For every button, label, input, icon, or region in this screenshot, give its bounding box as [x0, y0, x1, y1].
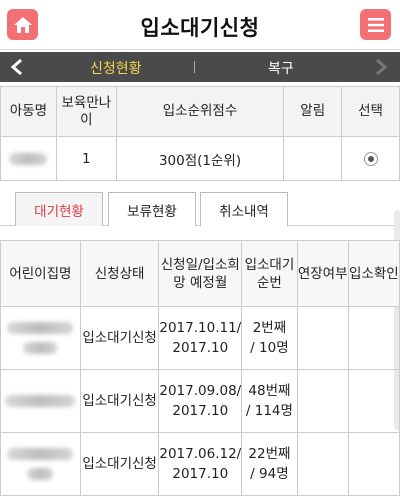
header-extension: 연장여부 — [296, 240, 349, 307]
extension-cell — [296, 369, 349, 433]
notice-cell — [283, 136, 343, 181]
menu-button[interactable] — [360, 9, 391, 40]
tab-application-status[interactable]: 신청현황 — [90, 58, 142, 78]
daycare-name-cell — [0, 306, 81, 370]
date-cell: 2017.06.12/2017.10 — [158, 432, 243, 496]
application-date: 2017.06.12/ — [159, 446, 242, 462]
confirm-cell — [347, 306, 400, 370]
desired-month: 2017.10 — [172, 340, 229, 356]
rank-total: / 94명 — [250, 466, 289, 482]
redacted-daycare-name — [7, 322, 74, 334]
daycare-name-cell — [0, 369, 81, 433]
header-score: 입소순위점수 — [115, 86, 285, 137]
subnav-divider — [194, 61, 195, 73]
rank-number: 2번째 — [252, 320, 287, 336]
application-date: 2017.10.11/ — [159, 320, 242, 336]
tab-hold-status[interactable]: 보류현황 — [108, 192, 196, 226]
child-name-cell — [0, 136, 57, 181]
redacted-daycare-name — [23, 342, 58, 354]
next-arrow-button[interactable] — [370, 56, 392, 78]
prev-arrow-button[interactable] — [6, 56, 28, 78]
chevron-left-icon — [10, 58, 22, 76]
daycare-name-cell — [0, 432, 81, 496]
redacted-daycare-name — [27, 468, 54, 480]
confirm-cell — [347, 369, 400, 433]
hamburger-menu-icon — [367, 17, 384, 32]
date-cell: 2017.09.08/2017.10 — [158, 369, 243, 433]
redacted-child-name — [9, 152, 48, 165]
table-row[interactable]: 입소대기신청 2017.09.08/2017.10 48번째 / 114명 — [0, 369, 400, 433]
chevron-right-icon — [376, 58, 388, 76]
rank-number: 48번째 — [248, 383, 291, 399]
app-header: 입소대기신청 — [0, 0, 400, 50]
header-application-date: 신청일/입소희망 예정월 — [158, 240, 243, 307]
table-header-row: 아동명 보육만나이 입소순위점수 알림 선택 — [0, 86, 400, 137]
select-cell — [341, 136, 400, 181]
child-summary-table: 아동명 보육만나이 입소순위점수 알림 선택 1 300점(1순위) — [0, 86, 400, 181]
page-title: 입소대기신청 — [140, 16, 260, 40]
rank-cell: 48번째 / 114명 — [241, 369, 298, 433]
header-select: 선택 — [341, 86, 400, 137]
tab-cancel-history[interactable]: 취소내역 — [200, 192, 288, 226]
status-cell: 입소대기신청 — [79, 432, 160, 496]
header-daycare-name: 어린이집명 — [0, 240, 81, 307]
redacted-daycare-name — [7, 448, 74, 460]
table-header-row: 어린이집명 신청상태 신청일/입소희망 예정월 입소대기 순번 연장여부 입소확… — [0, 240, 400, 307]
rank-number: 22번째 — [248, 446, 291, 462]
extension-cell — [296, 306, 349, 370]
header-confirm: 입소확인 — [347, 240, 400, 307]
tab-restore[interactable]: 복구 — [268, 58, 294, 78]
desired-month: 2017.10 — [172, 466, 229, 482]
confirm-cell — [347, 432, 400, 496]
table-row[interactable]: 입소대기신청 2017.06.12/2017.10 22번째 / 94명 — [0, 432, 400, 496]
tab-waiting-status[interactable]: 대기현황 — [15, 192, 103, 226]
rank-total: / 114명 — [245, 403, 293, 419]
rank-cell: 2번째 / 10명 — [241, 306, 298, 370]
rank-cell: 22번째 / 94명 — [241, 432, 298, 496]
application-date: 2017.09.08/ — [159, 383, 242, 399]
status-cell: 입소대기신청 — [79, 306, 160, 370]
score-cell: 300점(1순위) — [115, 136, 285, 181]
age-cell: 1 — [55, 136, 117, 181]
desired-month: 2017.10 — [172, 403, 229, 419]
sub-navigation: 신청현황 복구 — [0, 52, 400, 82]
redacted-daycare-name — [5, 395, 76, 407]
waiting-status-table: 어린이집명 신청상태 신청일/입소희망 예정월 입소대기 순번 연장여부 입소확… — [0, 240, 400, 496]
header-application-status: 신청상태 — [79, 240, 160, 307]
table-row[interactable]: 입소대기신청 2017.10.11/2017.10 2번째 / 10명 — [0, 306, 400, 370]
header-waiting-rank: 입소대기 순번 — [241, 240, 298, 307]
select-radio[interactable] — [363, 151, 378, 166]
status-cell: 입소대기신청 — [79, 369, 160, 433]
header-age: 보육만나이 — [55, 86, 117, 137]
extension-cell — [296, 432, 349, 496]
header-notice: 알림 — [283, 86, 343, 137]
status-tabs: 대기현황 보류현황 취소내역 — [0, 192, 400, 226]
table-row: 1 300점(1순위) — [0, 136, 400, 181]
date-cell: 2017.10.11/2017.10 — [158, 306, 243, 370]
header-child-name: 아동명 — [0, 86, 57, 137]
rank-total: / 10명 — [250, 340, 289, 356]
